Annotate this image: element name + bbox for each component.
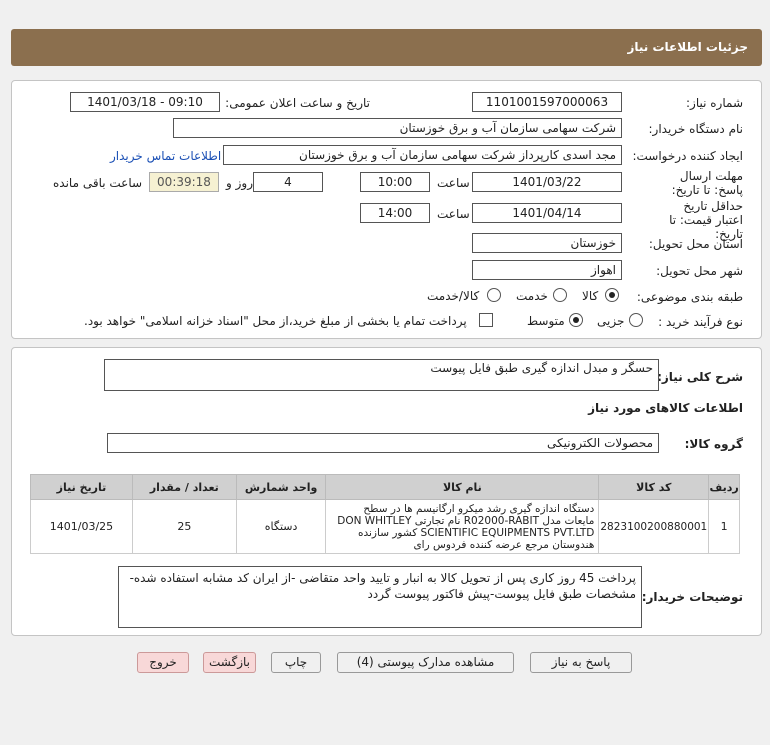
cell-qty: 25 (131, 499, 237, 554)
announce-label: تاریخ و ساعت اعلان عمومی: (225, 96, 370, 110)
cell-row: 1 (708, 499, 740, 554)
reply-deadline-label: مهلت ارسال پاسخ: تا تاریخ: (671, 169, 743, 197)
category-option-goods-service: کالا/خدمت (427, 289, 480, 303)
category-option-goods: کالا (582, 289, 599, 303)
process-radio-medium[interactable] (569, 313, 583, 327)
buyer-notes-label: توضیحات خریدار: (641, 590, 743, 604)
reply-date-field: 1401/03/22 (472, 172, 622, 192)
buyer-contact-link[interactable]: اطلاعات تماس خریدار (110, 149, 221, 163)
goods-group-label: گروه کالا: (684, 437, 743, 451)
need-number-label: شماره نیاز: (686, 96, 743, 110)
summary-label: شرح کلی نیاز: (657, 370, 743, 384)
category-radio-service[interactable] (553, 288, 567, 302)
page-title: جزئیات اطلاعات نیاز (627, 40, 748, 54)
col-qty: تعداد / مقدار (131, 474, 237, 500)
reply-time-label: ساعت (437, 176, 470, 190)
goods-table-header: ردیف کد کالا نام کالا واحد شمارش تعداد /… (30, 474, 740, 500)
creator-label: ایجاد کننده درخواست: (632, 149, 743, 163)
need-number-field: 1101001597000063 (472, 92, 622, 112)
page-header: جزئیات اطلاعات نیاز (11, 29, 762, 66)
table-row: 1 2823100200880001 دستگاه اندازه گیری رش… (30, 499, 740, 554)
cell-date: 1401/03/25 (30, 499, 133, 554)
creator-field: مجد اسدی کارپرداز شرکت سهامی سازمان آب و… (223, 145, 622, 165)
remaining-time-field: 00:39:18 (149, 172, 219, 192)
announce-field: 1401/03/18 - 09:10 (70, 92, 220, 112)
process-option-minor: جزیی (597, 314, 625, 328)
col-name: نام کالا (325, 474, 600, 500)
col-date: تاریخ نیاز (30, 474, 133, 500)
back-button[interactable]: بازگشت (203, 652, 256, 673)
process-label: نوع فرآیند خرید : (658, 315, 743, 329)
reply-button[interactable]: پاسخ به نیاز (530, 652, 632, 673)
city-label: شهر محل تحویل: (656, 264, 743, 278)
days-field: 4 (253, 172, 323, 192)
col-unit: واحد شمارش (235, 474, 327, 500)
days-label: روز و (226, 176, 253, 190)
category-radio-goods-service[interactable] (487, 288, 501, 302)
view-documents-button[interactable]: مشاهده مدارک پیوستی (4) (337, 652, 514, 673)
print-button[interactable]: چاپ (271, 652, 321, 673)
payment-note: پرداخت تمام یا بخشی از مبلغ خرید،از محل … (84, 314, 467, 328)
category-label: طبقه بندی موضوعی: (636, 290, 743, 304)
validity-time-field: 14:00 (360, 203, 430, 223)
buyer-notes-field: پرداخت 45 روز کاری پس از تحویل کالا به ا… (118, 566, 642, 628)
province-field: خوزستان (472, 233, 622, 253)
cell-name: دستگاه اندازه گیری رشد میکرو ارگانیسم ها… (325, 499, 600, 554)
cell-unit: دستگاه (235, 499, 327, 554)
summary-field: حسگر و مبدل اندازه گیری طبق فایل پیوست (104, 359, 659, 391)
remaining-time-label: ساعت باقی مانده (53, 176, 143, 190)
process-option-medium: متوسط (527, 314, 565, 328)
cell-code: 2823100200880001 (598, 499, 710, 554)
goods-info-title: اطلاعات کالاهای مورد نیاز (588, 401, 743, 415)
exit-button[interactable]: خروج (137, 652, 189, 673)
col-row: ردیف (708, 474, 740, 500)
buyer-org-label: نام دستگاه خریدار: (648, 122, 744, 136)
validity-label: حداقل تاریخ اعتبار قیمت: تا تاریخ: (669, 199, 743, 241)
validity-date-field: 1401/04/14 (472, 203, 622, 223)
goods-table: ردیف کد کالا نام کالا واحد شمارش تعداد /… (30, 474, 740, 554)
col-code: کد کالا (598, 474, 710, 500)
validity-time-label: ساعت (437, 207, 470, 221)
reply-time-field: 10:00 (360, 172, 430, 192)
category-radio-goods[interactable] (605, 288, 619, 302)
category-option-service: خدمت (516, 289, 548, 303)
buyer-org-field: شرکت سهامی سازمان آب و برق خوزستان (173, 118, 622, 138)
city-field: اهواز (472, 260, 622, 280)
goods-group-field: محصولات الکترونیکی (107, 433, 659, 453)
process-radio-minor[interactable] (629, 313, 643, 327)
province-label: استان محل تحویل: (648, 237, 743, 251)
payment-checkbox[interactable] (479, 313, 493, 327)
